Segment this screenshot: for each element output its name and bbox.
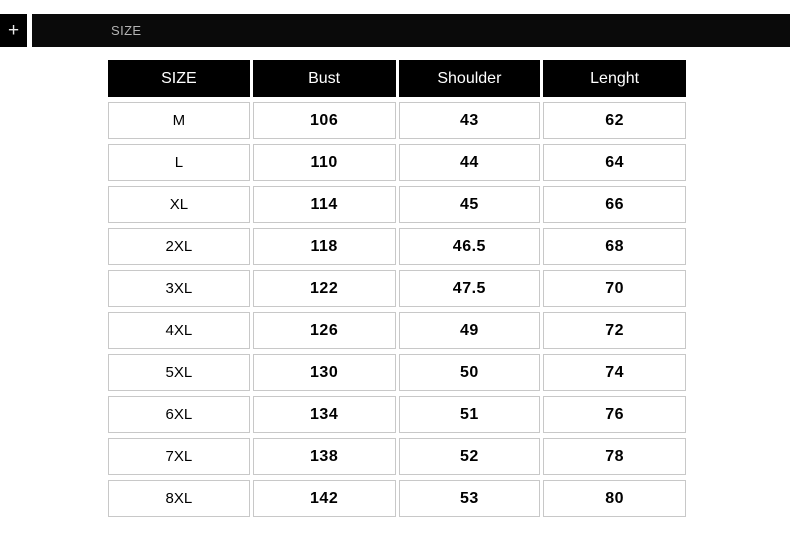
cell-shoulder: 46.5 <box>398 228 541 265</box>
cell-shoulder: 47.5 <box>398 270 541 307</box>
table-row: 2XL 118 46.5 68 <box>108 228 686 265</box>
plus-icon: + <box>7 20 20 41</box>
cell-size: 7XL <box>108 438 250 475</box>
cell-shoulder: 44 <box>398 144 541 181</box>
table-row: 3XL 122 47.5 70 <box>108 270 686 307</box>
add-button[interactable]: + <box>0 14 27 47</box>
cell-shoulder: 53 <box>398 480 541 517</box>
table-row: 4XL 126 49 72 <box>108 312 686 349</box>
cell-bust: 134 <box>252 396 396 433</box>
cell-size: M <box>108 102 250 139</box>
cell-lenght: 80 <box>543 480 686 517</box>
table-row: 8XL 142 53 80 <box>108 480 686 517</box>
cell-shoulder: 50 <box>398 354 541 391</box>
table-row: 7XL 138 52 78 <box>108 438 686 475</box>
table-row: XL 114 45 66 <box>108 186 686 223</box>
cell-size: XL <box>108 186 250 223</box>
cell-bust: 110 <box>252 144 396 181</box>
cell-lenght: 74 <box>543 354 686 391</box>
cell-shoulder: 45 <box>398 186 541 223</box>
size-chart-table: SIZE Bust Shoulder Lenght M 106 43 62 L … <box>108 60 686 522</box>
table-row: 6XL 134 51 76 <box>108 396 686 433</box>
cell-size: L <box>108 144 250 181</box>
cell-lenght: 78 <box>543 438 686 475</box>
cell-size: 8XL <box>108 480 250 517</box>
table-row: L 110 44 64 <box>108 144 686 181</box>
header-cell-size: SIZE <box>108 60 250 97</box>
header-cell-lenght: Lenght <box>543 60 686 97</box>
cell-bust: 118 <box>252 228 396 265</box>
cell-lenght: 72 <box>543 312 686 349</box>
table-header-row: SIZE Bust Shoulder Lenght <box>108 60 686 97</box>
cell-lenght: 68 <box>543 228 686 265</box>
top-bar: + SIZE <box>0 14 790 47</box>
header-cell-bust: Bust <box>252 60 396 97</box>
table-row: M 106 43 62 <box>108 102 686 139</box>
cell-bust: 130 <box>252 354 396 391</box>
size-section-bar[interactable]: SIZE <box>32 14 790 47</box>
cell-lenght: 64 <box>543 144 686 181</box>
header-cell-shoulder: Shoulder <box>398 60 541 97</box>
cell-size: 4XL <box>108 312 250 349</box>
cell-bust: 106 <box>252 102 396 139</box>
table-row: 5XL 130 50 74 <box>108 354 686 391</box>
cell-size: 6XL <box>108 396 250 433</box>
cell-size: 5XL <box>108 354 250 391</box>
cell-lenght: 66 <box>543 186 686 223</box>
cell-lenght: 76 <box>543 396 686 433</box>
cell-shoulder: 43 <box>398 102 541 139</box>
cell-lenght: 70 <box>543 270 686 307</box>
cell-size: 3XL <box>108 270 250 307</box>
cell-bust: 122 <box>252 270 396 307</box>
cell-size: 2XL <box>108 228 250 265</box>
cell-lenght: 62 <box>543 102 686 139</box>
cell-shoulder: 51 <box>398 396 541 433</box>
cell-shoulder: 52 <box>398 438 541 475</box>
cell-bust: 142 <box>252 480 396 517</box>
cell-shoulder: 49 <box>398 312 541 349</box>
size-section-label: SIZE <box>111 23 142 38</box>
cell-bust: 138 <box>252 438 396 475</box>
cell-bust: 126 <box>252 312 396 349</box>
cell-bust: 114 <box>252 186 396 223</box>
